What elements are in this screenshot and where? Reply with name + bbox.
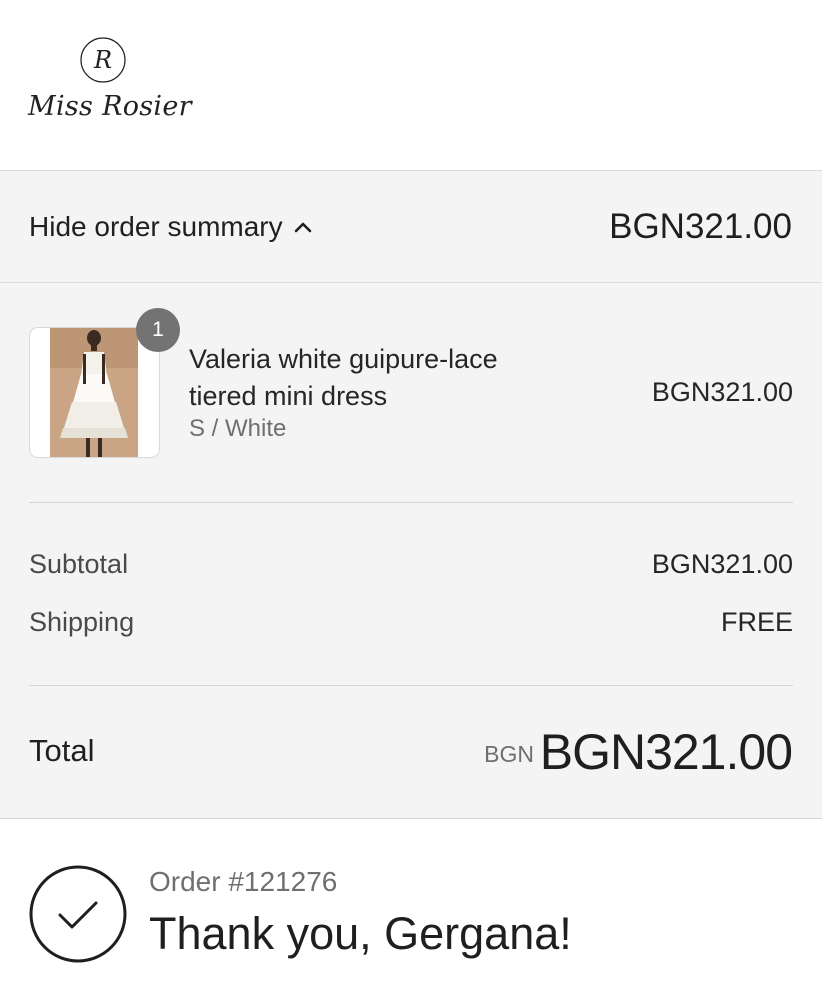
subtotal-value: BGN321.00 bbox=[651, 549, 793, 579]
order-confirmation: Order #121276 Thank you, Gergana! bbox=[0, 820, 822, 1000]
chevron-up-icon bbox=[294, 222, 311, 233]
product-variant: S / White bbox=[189, 415, 287, 442]
monogram-letter: R bbox=[93, 46, 112, 74]
total-currency: BGN bbox=[484, 741, 534, 767]
shipping-row: Shipping FREE bbox=[29, 607, 793, 647]
line-item: 1 Valeria white guipure-lace tiered mini… bbox=[29, 308, 793, 459]
monogram-logo-icon: R bbox=[80, 37, 126, 83]
subtotal-row: Subtotal BGN321.00 bbox=[29, 549, 793, 589]
order-summary-toggle-bar: Hide order summary BGN321.00 bbox=[0, 171, 822, 283]
store-logo[interactable]: R Miss Rosier bbox=[28, 36, 192, 126]
hide-order-summary-button[interactable]: Hide order summary bbox=[29, 211, 313, 243]
thank-you-message: Thank you, Gergana! bbox=[149, 908, 572, 959]
shipping-value: FREE bbox=[720, 607, 793, 637]
subtotal-label: Subtotal bbox=[29, 549, 129, 579]
product-price: BGN321.00 bbox=[651, 377, 793, 407]
checkmark-circle-icon bbox=[29, 865, 127, 963]
toggle-label: Hide order summary bbox=[29, 211, 283, 242]
product-thumbnail bbox=[29, 327, 160, 458]
product-name: Valeria white guipure-lace tiered mini d… bbox=[189, 344, 498, 411]
shipping-label: Shipping bbox=[29, 607, 135, 637]
quantity-badge: 1 bbox=[136, 308, 180, 352]
divider bbox=[29, 685, 793, 686]
total-label: Total bbox=[29, 733, 95, 768]
order-summary-panel: 1 Valeria white guipure-lace tiered mini… bbox=[0, 283, 822, 819]
total-value: BGN321.00 bbox=[539, 724, 793, 780]
divider bbox=[29, 502, 793, 503]
order-number: Order #121276 bbox=[149, 866, 338, 897]
summary-toggle-price: BGN321.00 bbox=[609, 207, 792, 246]
store-header: R Miss Rosier bbox=[0, 0, 822, 171]
product-image bbox=[50, 328, 138, 457]
store-name: Miss Rosier bbox=[28, 91, 192, 122]
